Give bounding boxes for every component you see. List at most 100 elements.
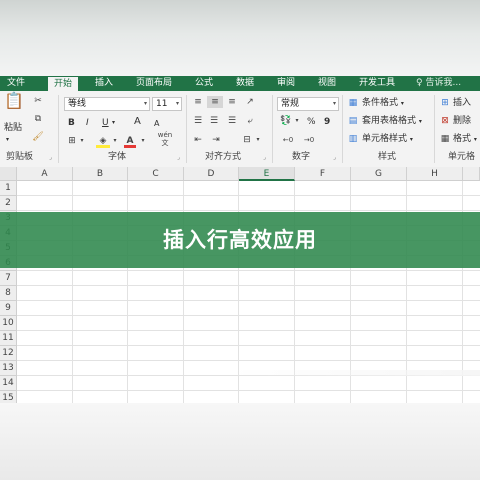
italic-button[interactable]: I bbox=[86, 116, 89, 130]
paste-icon[interactable]: 📋 bbox=[4, 93, 24, 117]
title-banner: 插入行高效应用 bbox=[0, 212, 480, 268]
grow-font-button[interactable]: A bbox=[134, 115, 141, 129]
shrink-font-button[interactable]: A bbox=[154, 117, 159, 131]
font-size-select[interactable]: 11 ▾ bbox=[152, 97, 182, 111]
conditional-format-icon[interactable]: ▦ bbox=[347, 97, 359, 109]
row-header-11[interactable]: 11 bbox=[0, 331, 17, 346]
borders-icon[interactable]: ⊞ bbox=[66, 135, 78, 147]
format-cells-icon[interactable]: ▦ bbox=[439, 133, 451, 145]
format-cells-button[interactable]: 格式 ▾ bbox=[453, 132, 477, 146]
increase-decimal-icon[interactable]: ←0 bbox=[281, 134, 295, 146]
tab-insert[interactable]: 插入 bbox=[90, 76, 118, 91]
tab-file[interactable]: 文件 bbox=[0, 76, 32, 91]
format-as-table-label: 套用表格格式 bbox=[362, 116, 417, 126]
underline-button[interactable]: U bbox=[102, 116, 109, 130]
align-top-icon[interactable]: ≡ bbox=[191, 96, 205, 108]
column-header-d[interactable]: D bbox=[184, 167, 239, 181]
chevron-down-icon[interactable]: ▾ bbox=[140, 135, 146, 147]
align-right-icon[interactable]: ☰ bbox=[225, 115, 239, 127]
column-header-h[interactable]: H bbox=[407, 167, 463, 181]
delete-cells-icon[interactable]: ⊠ bbox=[439, 115, 451, 127]
tab-page-layout[interactable]: 页面布局 bbox=[131, 76, 177, 91]
row-header-7[interactable]: 7 bbox=[0, 271, 17, 286]
row-header-1[interactable]: 1 bbox=[0, 181, 17, 196]
wrap-text-icon[interactable]: ⤶ bbox=[243, 115, 257, 127]
delete-cells-button[interactable]: 删除 bbox=[453, 114, 471, 128]
merge-center-icon[interactable]: ⊟ bbox=[240, 134, 254, 146]
font-launcher-icon[interactable]: ⌟ bbox=[177, 154, 180, 161]
cell-styles-icon[interactable]: ▥ bbox=[347, 133, 359, 145]
copy-icon[interactable]: ⧉ bbox=[32, 113, 44, 125]
row-gridline bbox=[17, 285, 480, 286]
chevron-down-icon[interactable]: ▾ bbox=[112, 135, 118, 147]
format-painter-icon[interactable]: 🖌 bbox=[32, 131, 44, 143]
tell-me-search[interactable]: ♀ 告诉我... bbox=[416, 76, 461, 91]
alignment-launcher-icon[interactable]: ⌟ bbox=[263, 154, 266, 161]
column-header-b[interactable]: B bbox=[73, 167, 128, 181]
cell-styles-button[interactable]: 单元格样式 ▾ bbox=[362, 132, 413, 146]
phonetic-guide-icon[interactable]: wén 文 bbox=[156, 131, 174, 147]
tab-formulas[interactable]: 公式 bbox=[190, 76, 218, 91]
row-header-13[interactable]: 13 bbox=[0, 361, 17, 376]
conditional-format-button[interactable]: 条件格式 ▾ bbox=[362, 96, 404, 110]
decrease-decimal-icon[interactable]: →0 bbox=[302, 134, 316, 146]
align-bottom-icon[interactable]: ≡ bbox=[225, 96, 239, 108]
tab-review[interactable]: 审阅 bbox=[272, 76, 300, 91]
number-launcher-icon[interactable]: ⌟ bbox=[333, 154, 336, 161]
align-center-icon[interactable]: ☰ bbox=[207, 115, 221, 127]
tab-home[interactable]: 开始 bbox=[48, 77, 78, 91]
column-header-g[interactable]: G bbox=[351, 167, 407, 181]
format-as-table-icon[interactable]: ▤ bbox=[347, 115, 359, 127]
window-titlebar bbox=[0, 0, 480, 76]
number-format-select[interactable]: 常规 ▾ bbox=[277, 97, 339, 111]
tab-developer[interactable]: 开发工具 bbox=[354, 76, 400, 91]
currency-icon[interactable]: 💱 bbox=[279, 115, 293, 127]
row-gridline bbox=[17, 360, 480, 361]
row-header-2[interactable]: 2 bbox=[0, 196, 17, 211]
select-all-corner[interactable] bbox=[0, 167, 17, 181]
ribbon-tab-bar: 文件 开始 插入 页面布局 公式 数据 审阅 视图 开发工具 ♀ 告诉我... bbox=[0, 76, 480, 91]
font-color-icon[interactable]: A bbox=[124, 135, 136, 148]
group-separator bbox=[272, 95, 273, 163]
align-middle-icon[interactable]: ≡ bbox=[207, 96, 223, 108]
font-name-select[interactable]: 等线 ▾ bbox=[64, 97, 150, 111]
group-separator bbox=[186, 95, 187, 163]
format-cells-label: 格式 bbox=[453, 134, 472, 144]
percent-button[interactable]: % bbox=[307, 115, 316, 129]
align-left-icon[interactable]: ☰ bbox=[191, 115, 205, 127]
row-gridline bbox=[17, 315, 480, 316]
chevron-down-icon[interactable]: ▾ bbox=[255, 134, 261, 146]
spreadsheet-grid[interactable]: ABCDEFGH123456789101112131415 bbox=[0, 167, 480, 406]
underline-chevron-icon[interactable]: ▾ bbox=[112, 116, 115, 130]
insert-cells-icon[interactable]: ⊞ bbox=[439, 97, 451, 109]
bold-button[interactable]: B bbox=[68, 116, 75, 130]
row-header-14[interactable]: 14 bbox=[0, 376, 17, 391]
row-header-9[interactable]: 9 bbox=[0, 301, 17, 316]
column-header-c[interactable]: C bbox=[128, 167, 184, 181]
format-as-table-button[interactable]: 套用表格格式 ▾ bbox=[362, 114, 422, 128]
tab-data[interactable]: 数据 bbox=[231, 76, 259, 91]
tab-view[interactable]: 视图 bbox=[313, 76, 341, 91]
insert-cells-button[interactable]: 插入 bbox=[453, 96, 471, 110]
row-header-12[interactable]: 12 bbox=[0, 346, 17, 361]
row-header-10[interactable]: 10 bbox=[0, 316, 17, 331]
clipboard-launcher-icon[interactable]: ⌟ bbox=[49, 154, 52, 161]
increase-indent-icon[interactable]: ⇥ bbox=[209, 134, 223, 146]
chevron-down-icon: ▾ bbox=[175, 100, 179, 107]
row-header-8[interactable]: 8 bbox=[0, 286, 17, 301]
group-separator bbox=[58, 95, 59, 163]
fill-color-icon[interactable]: ◈ bbox=[96, 135, 110, 148]
orientation-icon[interactable]: ↗ bbox=[243, 96, 257, 108]
column-header-next[interactable] bbox=[463, 167, 480, 181]
column-header-e[interactable]: E bbox=[239, 167, 295, 181]
cut-icon[interactable]: ✂ bbox=[32, 95, 44, 107]
comma-style-button[interactable]: 9 bbox=[324, 115, 330, 129]
chevron-down-icon[interactable]: ▾ bbox=[294, 115, 300, 127]
column-header-a[interactable]: A bbox=[17, 167, 73, 181]
chevron-down-icon[interactable]: ▾ bbox=[79, 135, 85, 147]
paste-dropdown-chevron-icon[interactable]: ▾ bbox=[6, 133, 9, 147]
chevron-down-icon: ▾ bbox=[418, 118, 422, 125]
decrease-indent-icon[interactable]: ⇤ bbox=[191, 134, 205, 146]
column-header-f[interactable]: F bbox=[295, 167, 351, 181]
group-label-cells: 单元格 bbox=[448, 152, 476, 162]
